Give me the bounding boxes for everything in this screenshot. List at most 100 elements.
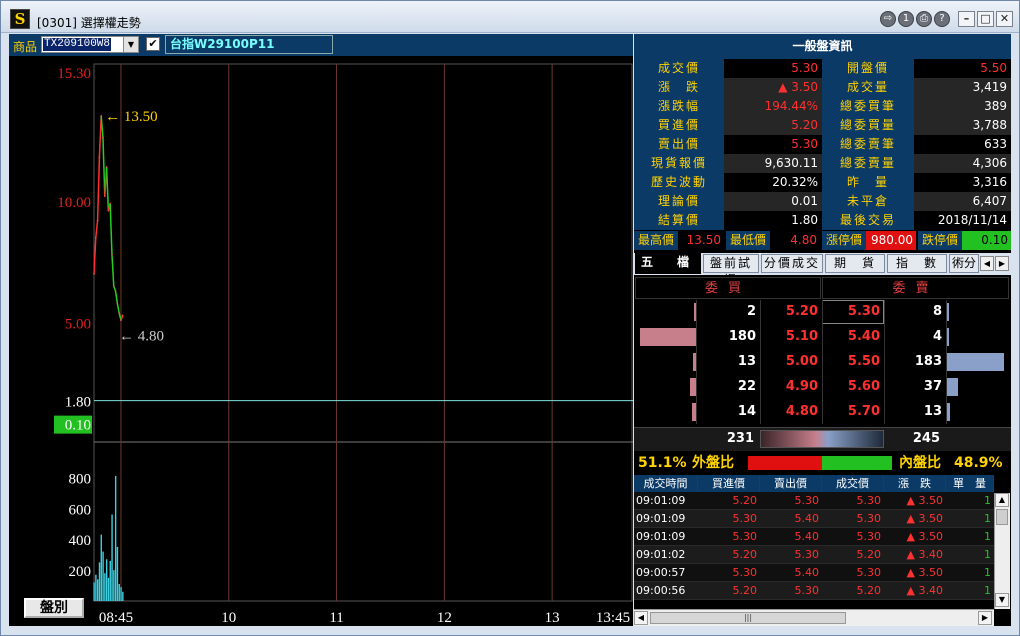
tab-scroll-left-icon[interactable]: ◀: [980, 256, 994, 271]
price-point: [93, 273, 95, 275]
hscroll-thumb[interactable]: |||: [650, 612, 846, 624]
quote-value: 9,630.11: [724, 154, 822, 173]
info-icon[interactable]: 1: [898, 11, 914, 27]
scroll-thumb[interactable]: [996, 509, 1008, 525]
tab-price-volume[interactable]: 分價成交: [761, 254, 823, 273]
time-tick-label: 08:45: [99, 610, 133, 626]
quote-value: 194.44%: [724, 97, 822, 116]
tick-ask: 5.40: [794, 566, 820, 579]
quote-label: 歷史波動: [634, 173, 724, 192]
ask-qty: 183: [914, 354, 942, 369]
total-ask-qty: 245: [912, 431, 940, 446]
low-limit-label: 0.10: [65, 418, 91, 434]
quote-value: 5.50: [914, 59, 1011, 78]
tick-ask: 5.30: [794, 584, 820, 597]
price-chart: 15.30 10.00 5.00 1.80 0.10 800 600 400 200 08:45 1…: [9, 56, 633, 626]
tick-column-header[interactable]: 買進價: [698, 475, 760, 492]
quote-label: 最後交易: [822, 211, 914, 230]
price-point: [98, 156, 101, 158]
tick-chg: ▲ 3.40: [906, 584, 943, 597]
tick-bid: 5.20: [732, 584, 758, 597]
tick-column-header[interactable]: 漲 跌: [884, 475, 946, 492]
tab-technical[interactable]: 術分: [949, 254, 979, 273]
high-value: 13.50: [686, 233, 721, 247]
tab-scroll-right-icon[interactable]: ▶: [995, 256, 1009, 271]
quote-value: 5.30: [724, 135, 822, 154]
limit-up-value: 980.00: [866, 231, 916, 250]
price-segment: [109, 203, 113, 255]
session-button[interactable]: 盤別: [24, 598, 84, 618]
bid-price: 5.00: [785, 354, 818, 369]
limit-up-label: 漲停價: [822, 231, 866, 250]
quote-label: 理論價: [634, 192, 724, 211]
tab-pre-match[interactable]: 盤前試撮: [703, 254, 759, 287]
price-point: [94, 236, 97, 239]
quote-row: 買進價 5.20 總委買量 3,788: [634, 116, 1011, 135]
tick-price: 5.30: [856, 566, 882, 579]
help-icon[interactable]: ?: [934, 11, 950, 27]
chevron-down-icon[interactable]: ▼: [123, 37, 138, 52]
book-divider: [822, 300, 823, 424]
scroll-right-icon[interactable]: ▶: [978, 611, 992, 625]
volume-tick-label: 600: [69, 502, 92, 518]
volume-tick-label: 200: [69, 564, 92, 580]
quote-value: ▲ 3.50: [724, 78, 822, 97]
tick-chg: ▲ 3.50: [906, 512, 943, 525]
volume-bar: [100, 534, 102, 601]
export-icon[interactable]: ⇨: [880, 11, 896, 27]
book-divider: [946, 300, 947, 424]
minimize-button[interactable]: –: [958, 11, 975, 27]
tick-column-header[interactable]: 單 量: [946, 475, 994, 492]
link-checkbox[interactable]: ✔: [146, 37, 160, 51]
quote-label: 賣出價: [634, 135, 724, 154]
vertical-scrollbar[interactable]: ▲ ▼: [994, 493, 1010, 609]
maximize-button[interactable]: □: [977, 11, 994, 27]
tick-bid: 5.20: [732, 548, 758, 561]
bid-price: 5.20: [785, 304, 818, 319]
price-point: [120, 319, 122, 322]
quote-value: 1.80: [724, 211, 822, 230]
product-code[interactable]: TX209100W8: [43, 38, 112, 51]
tick-chg: ▲ 3.50: [906, 494, 943, 507]
book-divider: [884, 300, 885, 424]
volume-bar: [105, 559, 108, 601]
product-combo[interactable]: TX209100W8 ▼: [41, 36, 139, 53]
volume-bar: [111, 514, 113, 601]
tab-five-levels[interactable]: 五 檔: [635, 253, 701, 274]
tick-column-header[interactable]: 賣出價: [760, 475, 822, 492]
print-icon[interactable]: ⎙: [916, 11, 932, 27]
tick-time: 09:01:09: [636, 512, 686, 525]
scroll-up-icon[interactable]: ▲: [995, 493, 1009, 507]
low-value: 4.80: [790, 233, 817, 247]
bid-qty: 2: [746, 304, 756, 319]
close-button[interactable]: ✕: [996, 11, 1013, 27]
tick-column-header[interactable]: 成交價: [822, 475, 884, 492]
price-point: [121, 314, 124, 317]
info-panel: 一般盤資訊 成交價 5.30 開盤價 5.50 漲 跌 ▲ 3.50 成交量 3,419 漲跌幅…: [634, 34, 1011, 626]
quote-value: 5.30: [724, 59, 822, 78]
quote-value: 3,316: [914, 173, 1011, 192]
scroll-down-icon[interactable]: ▼: [995, 593, 1009, 607]
total-bid-qty: 231: [726, 431, 754, 446]
volume-bar: [95, 574, 97, 601]
ask-qty: 13: [923, 404, 942, 419]
quote-value: 20.32%: [724, 173, 822, 192]
tab-futures[interactable]: 期 貨: [825, 254, 885, 273]
quote-row: 結算價 1.80 最後交易 2018/11/14: [634, 211, 1011, 230]
tab-index[interactable]: 指 數: [887, 254, 947, 273]
ask-price: 5.60: [847, 379, 880, 394]
product-toolbar: 商品 TX209100W8 ▼ ✔ 台指W29100P11: [9, 34, 633, 56]
tick-bid: 5.30: [732, 512, 758, 525]
volume-bar: [118, 584, 120, 601]
tick-column-header[interactable]: 成交時間: [634, 475, 698, 492]
volume-bar: [102, 551, 104, 601]
tick-vol: 1: [984, 584, 991, 597]
bid-price: 4.80: [785, 404, 818, 419]
book-divider: [696, 300, 697, 424]
quote-label: 總委買筆: [822, 97, 914, 116]
quote-label: 漲 跌: [634, 78, 724, 97]
scroll-left-icon[interactable]: ◀: [634, 611, 648, 625]
outer-ratio-pct: 51.1%: [638, 455, 687, 471]
chart-canvas: 15.30 10.00 5.00 1.80 0.10 800 600 400 200 08:45 1…: [54, 63, 633, 626]
horizontal-scrollbar[interactable]: ◀ ||| ▶: [634, 609, 994, 626]
